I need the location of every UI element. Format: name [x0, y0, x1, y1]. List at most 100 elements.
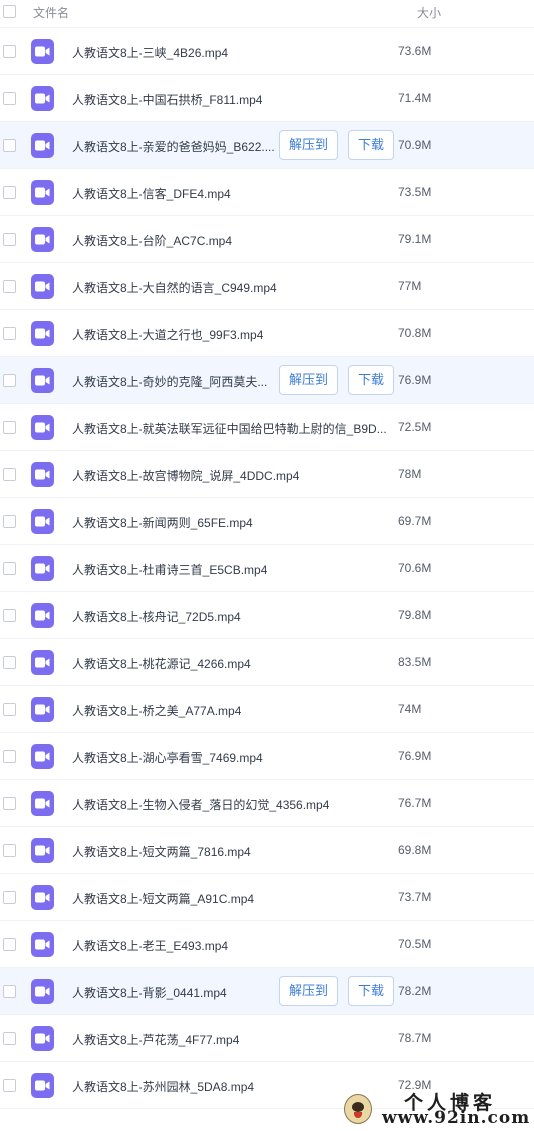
file-row[interactable]: 人教语文8上-桃花源记_4266.mp4 83.5M — [0, 639, 534, 686]
file-size: 73.6M — [398, 44, 432, 58]
file-row[interactable]: 人教语文8上-桥之美_A77A.mp4 74M — [0, 686, 534, 733]
file-size: 78.2M — [398, 984, 432, 998]
file-checkbox[interactable] — [3, 186, 16, 199]
file-name[interactable]: 人教语文8上-核舟记_72D5.mp4 — [72, 608, 241, 625]
file-row[interactable]: 人教语文8上-老王_E493.mp4 70.5M — [0, 921, 534, 968]
file-checkbox[interactable] — [3, 139, 16, 152]
file-row[interactable]: 人教语文8上-故宫博物院_说屏_4DDC.mp4 78M — [0, 451, 534, 498]
file-row[interactable]: 人教语文8上-三峡_4B26.mp4 73.6M — [0, 28, 534, 75]
column-header-name[interactable]: 文件名 — [33, 4, 69, 21]
file-row[interactable]: 人教语文8上-杜甫诗三首_E5CB.mp4 70.6M — [0, 545, 534, 592]
file-checkbox[interactable] — [3, 750, 16, 763]
video-file-icon — [31, 603, 54, 628]
video-file-icon — [31, 274, 54, 299]
file-name[interactable]: 人教语文8上-台阶_AC7C.mp4 — [72, 232, 232, 249]
file-size: 70.9M — [398, 138, 432, 152]
video-file-icon — [31, 133, 54, 158]
file-name[interactable]: 人教语文8上-桥之美_A77A.mp4 — [72, 702, 241, 719]
file-checkbox[interactable] — [3, 985, 16, 998]
file-name[interactable]: 人教语文8上-大道之行也_99F3.mp4 — [72, 326, 263, 343]
file-row[interactable]: 人教语文8上-短文两篇_7816.mp4 69.8M — [0, 827, 534, 874]
video-file-icon — [31, 791, 54, 816]
file-row[interactable]: 人教语文8上-台阶_AC7C.mp4 79.1M — [0, 216, 534, 263]
file-checkbox[interactable] — [3, 233, 16, 246]
file-name[interactable]: 人教语文8上-苏州园林_5DA8.mp4 — [72, 1078, 254, 1095]
file-name[interactable]: 人教语文8上-奇妙的克隆_阿西莫夫... — [72, 373, 267, 390]
file-checkbox[interactable] — [3, 45, 16, 58]
file-row[interactable]: 人教语文8上-芦花荡_4F77.mp4 78.7M — [0, 1015, 534, 1062]
file-checkbox[interactable] — [3, 797, 16, 810]
file-list-header: 文件名 大小 — [0, 0, 534, 28]
file-checkbox[interactable] — [3, 468, 16, 481]
extract-to-button[interactable]: 解压到 — [279, 976, 338, 1006]
file-checkbox[interactable] — [3, 515, 16, 528]
file-checkbox[interactable] — [3, 374, 16, 387]
file-checkbox[interactable] — [3, 421, 16, 434]
file-name[interactable]: 人教语文8上-亲爱的爸爸妈妈_B622.... — [72, 138, 275, 155]
file-size: 71.4M — [398, 91, 432, 105]
file-row[interactable]: 人教语文8上-新闻两则_65FE.mp4 69.7M — [0, 498, 534, 545]
extract-to-button[interactable]: 解压到 — [279, 365, 338, 395]
file-name[interactable]: 人教语文8上-故宫博物院_说屏_4DDC.mp4 — [72, 467, 299, 484]
video-file-icon — [31, 86, 54, 111]
column-header-size[interactable]: 大小 — [417, 4, 441, 21]
file-checkbox[interactable] — [3, 703, 16, 716]
video-file-icon — [31, 650, 54, 675]
file-name[interactable]: 人教语文8上-短文两篇_7816.mp4 — [72, 843, 251, 860]
file-checkbox[interactable] — [3, 562, 16, 575]
file-row[interactable]: 人教语文8上-大自然的语言_C949.mp4 77M — [0, 263, 534, 310]
download-button[interactable]: 下载 — [348, 976, 394, 1006]
video-file-icon — [31, 979, 54, 1004]
file-name[interactable]: 人教语文8上-就英法联军远征中国给巴特勒上尉的信_B9D... — [72, 420, 387, 437]
file-name[interactable]: 人教语文8上-中国石拱桥_F811.mp4 — [72, 91, 262, 108]
file-name[interactable]: 人教语文8上-桃花源记_4266.mp4 — [72, 655, 251, 672]
download-button[interactable]: 下载 — [348, 130, 394, 160]
file-checkbox[interactable] — [3, 92, 16, 105]
file-checkbox[interactable] — [3, 280, 16, 293]
file-name[interactable]: 人教语文8上-芦花荡_4F77.mp4 — [72, 1031, 239, 1048]
file-size: 72.5M — [398, 420, 432, 434]
file-checkbox[interactable] — [3, 844, 16, 857]
file-name[interactable]: 人教语文8上-信客_DFE4.mp4 — [72, 185, 231, 202]
file-row[interactable]: 人教语文8上-信客_DFE4.mp4 73.5M — [0, 169, 534, 216]
file-size: 70.6M — [398, 561, 432, 575]
file-row[interactable]: 人教语文8上-生物入侵者_落日的幻觉_4356.mp4 76.7M — [0, 780, 534, 827]
blog-logo-icon — [344, 1094, 372, 1124]
file-checkbox[interactable] — [3, 891, 16, 904]
video-file-icon — [31, 368, 54, 393]
file-row[interactable]: 人教语文8上-短文两篇_A91C.mp4 73.7M — [0, 874, 534, 921]
file-row[interactable]: 人教语文8上-就英法联军远征中国给巴特勒上尉的信_B9D... 72.5M — [0, 404, 534, 451]
file-checkbox[interactable] — [3, 1032, 16, 1045]
file-list: 人教语文8上-三峡_4B26.mp4 73.6M 人教语文8上-中国石拱桥_F811… — [0, 28, 534, 1109]
file-size: 79.1M — [398, 232, 432, 246]
file-checkbox[interactable] — [3, 656, 16, 669]
file-name[interactable]: 人教语文8上-新闻两则_65FE.mp4 — [72, 514, 253, 531]
video-file-icon — [31, 180, 54, 205]
file-row[interactable]: 人教语文8上-背影_0441.mp4 解压到 下载 78.2M — [0, 968, 534, 1015]
file-size: 73.7M — [398, 890, 432, 904]
file-name[interactable]: 人教语文8上-大自然的语言_C949.mp4 — [72, 279, 277, 296]
file-name[interactable]: 人教语文8上-短文两篇_A91C.mp4 — [72, 890, 254, 907]
extract-to-button[interactable]: 解压到 — [279, 130, 338, 160]
file-size: 70.5M — [398, 937, 432, 951]
select-all-checkbox[interactable] — [3, 5, 16, 18]
file-row[interactable]: 人教语文8上-湖心亭看雪_7469.mp4 76.9M — [0, 733, 534, 780]
file-name[interactable]: 人教语文8上-杜甫诗三首_E5CB.mp4 — [72, 561, 267, 578]
file-size: 76.9M — [398, 749, 432, 763]
download-button[interactable]: 下载 — [348, 365, 394, 395]
file-row[interactable]: 人教语文8上-奇妙的克隆_阿西莫夫... 解压到 下载 76.9M — [0, 357, 534, 404]
file-checkbox[interactable] — [3, 609, 16, 622]
file-name[interactable]: 人教语文8上-三峡_4B26.mp4 — [72, 44, 228, 61]
file-row[interactable]: 人教语文8上-大道之行也_99F3.mp4 70.8M — [0, 310, 534, 357]
video-file-icon — [31, 415, 54, 440]
file-name[interactable]: 人教语文8上-生物入侵者_落日的幻觉_4356.mp4 — [72, 796, 329, 813]
file-row[interactable]: 人教语文8上-中国石拱桥_F811.mp4 71.4M — [0, 75, 534, 122]
file-row[interactable]: 人教语文8上-亲爱的爸爸妈妈_B622.... 解压到 下载 70.9M — [0, 122, 534, 169]
file-name[interactable]: 人教语文8上-湖心亭看雪_7469.mp4 — [72, 749, 263, 766]
file-name[interactable]: 人教语文8上-背影_0441.mp4 — [72, 984, 227, 1001]
file-row[interactable]: 人教语文8上-核舟记_72D5.mp4 79.8M — [0, 592, 534, 639]
file-checkbox[interactable] — [3, 938, 16, 951]
file-name[interactable]: 人教语文8上-老王_E493.mp4 — [72, 937, 228, 954]
file-checkbox[interactable] — [3, 327, 16, 340]
file-checkbox[interactable] — [3, 1079, 16, 1092]
